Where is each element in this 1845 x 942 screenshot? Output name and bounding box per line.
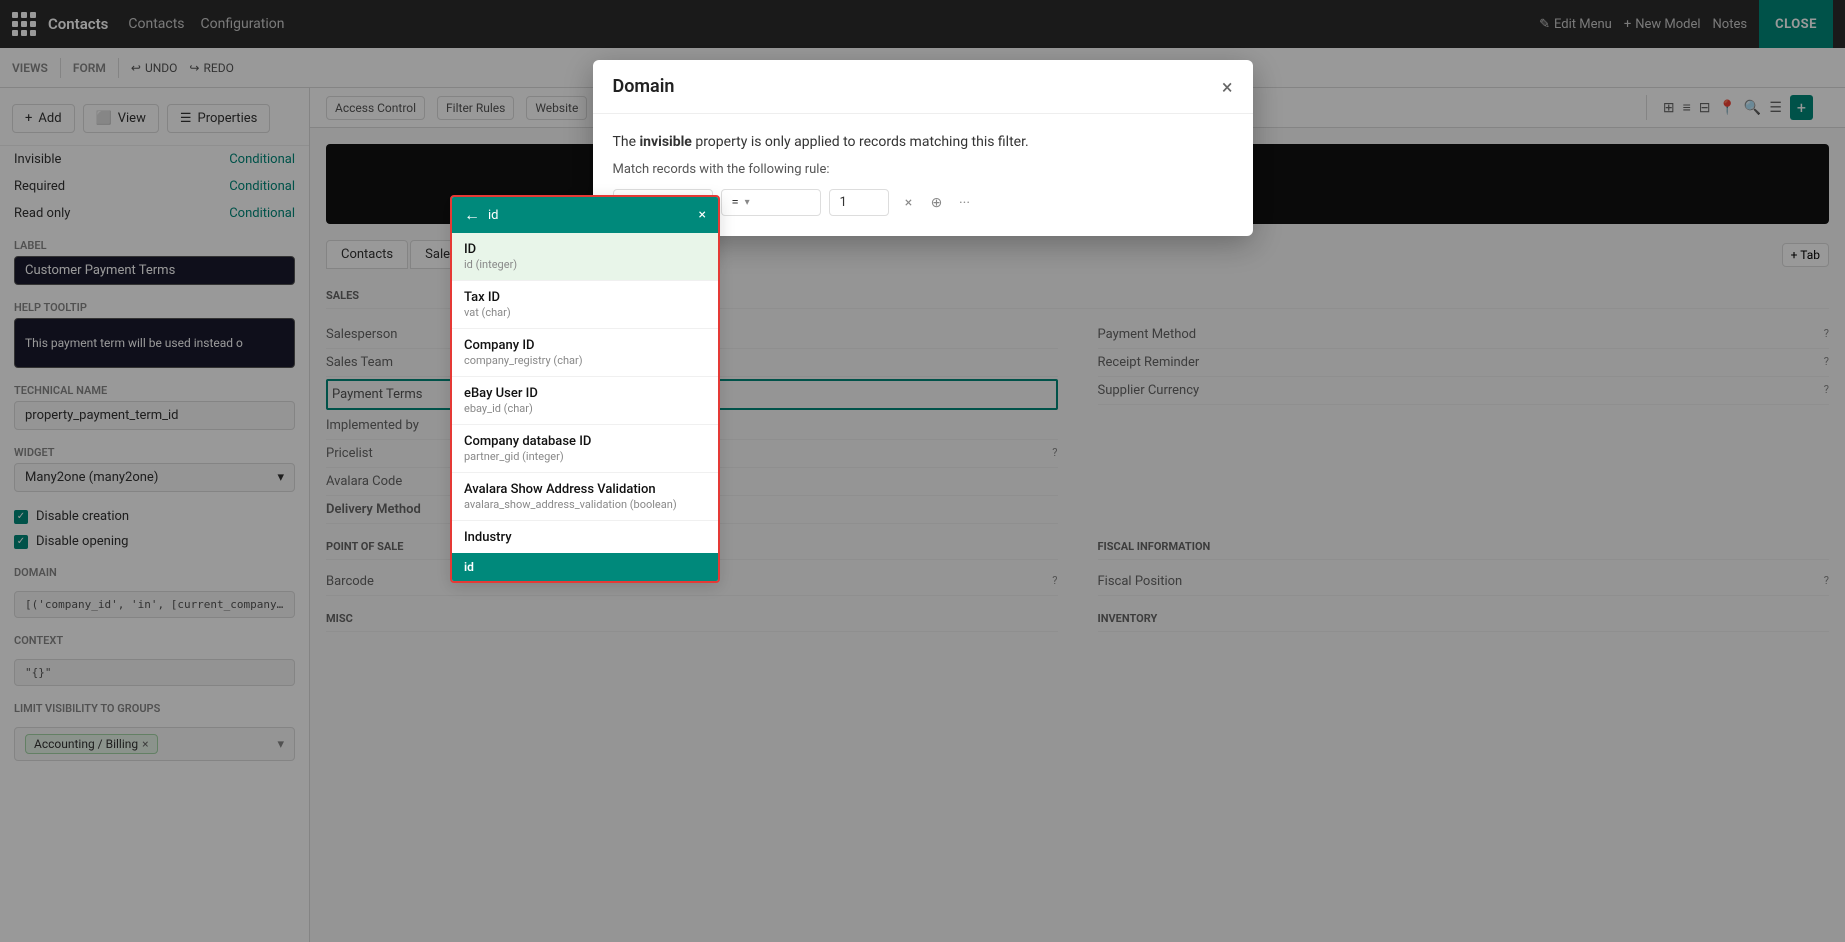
dropdown-item-tax-id[interactable]: Tax ID vat (char): [452, 281, 718, 329]
filter-operator-select[interactable]: = ▾: [721, 189, 821, 216]
modal-backdrop: Domain × The invisible property is only …: [0, 0, 1845, 942]
modal-title: Domain: [613, 76, 675, 97]
dropdown-item-id[interactable]: ID id (integer): [452, 233, 718, 281]
dropdown-close-btn[interactable]: ×: [699, 207, 706, 223]
dropdown-item-ebay-user-id[interactable]: eBay User ID ebay_id (char): [452, 377, 718, 425]
dropdown-footer: id: [452, 553, 718, 581]
modal-rule-label: Match records with the following rule:: [613, 162, 1233, 177]
filter-add-btn[interactable]: ⊕: [925, 191, 949, 215]
modal-close-btn[interactable]: ×: [1222, 77, 1233, 97]
dropdown-item-company-db-id[interactable]: Company database ID partner_gid (integer…: [452, 425, 718, 473]
filter-value-input[interactable]: 1: [829, 189, 889, 216]
field-dropdown: ← id × ID id (integer) Tax ID vat (char)…: [450, 195, 720, 583]
dropdown-search-input[interactable]: id: [488, 208, 691, 223]
filter-remove-btn[interactable]: ×: [897, 191, 921, 215]
dropdown-back-btn[interactable]: ←: [464, 205, 480, 225]
modal-header: Domain ×: [593, 60, 1253, 114]
filter-operator-arrow: ▾: [745, 197, 750, 208]
dropdown-item-industry[interactable]: Industry: [452, 521, 718, 553]
filter-more-btn[interactable]: ···: [953, 191, 977, 215]
dropdown-header: ← id ×: [452, 197, 718, 233]
dropdown-item-company-id[interactable]: Company ID company_registry (char): [452, 329, 718, 377]
dropdown-list: ID id (integer) Tax ID vat (char) Compan…: [452, 233, 718, 553]
modal-description: The invisible property is only applied t…: [613, 134, 1233, 150]
filter-actions: × ⊕ ···: [897, 191, 977, 215]
dropdown-item-avalara[interactable]: Avalara Show Address Validation avalara_…: [452, 473, 718, 521]
